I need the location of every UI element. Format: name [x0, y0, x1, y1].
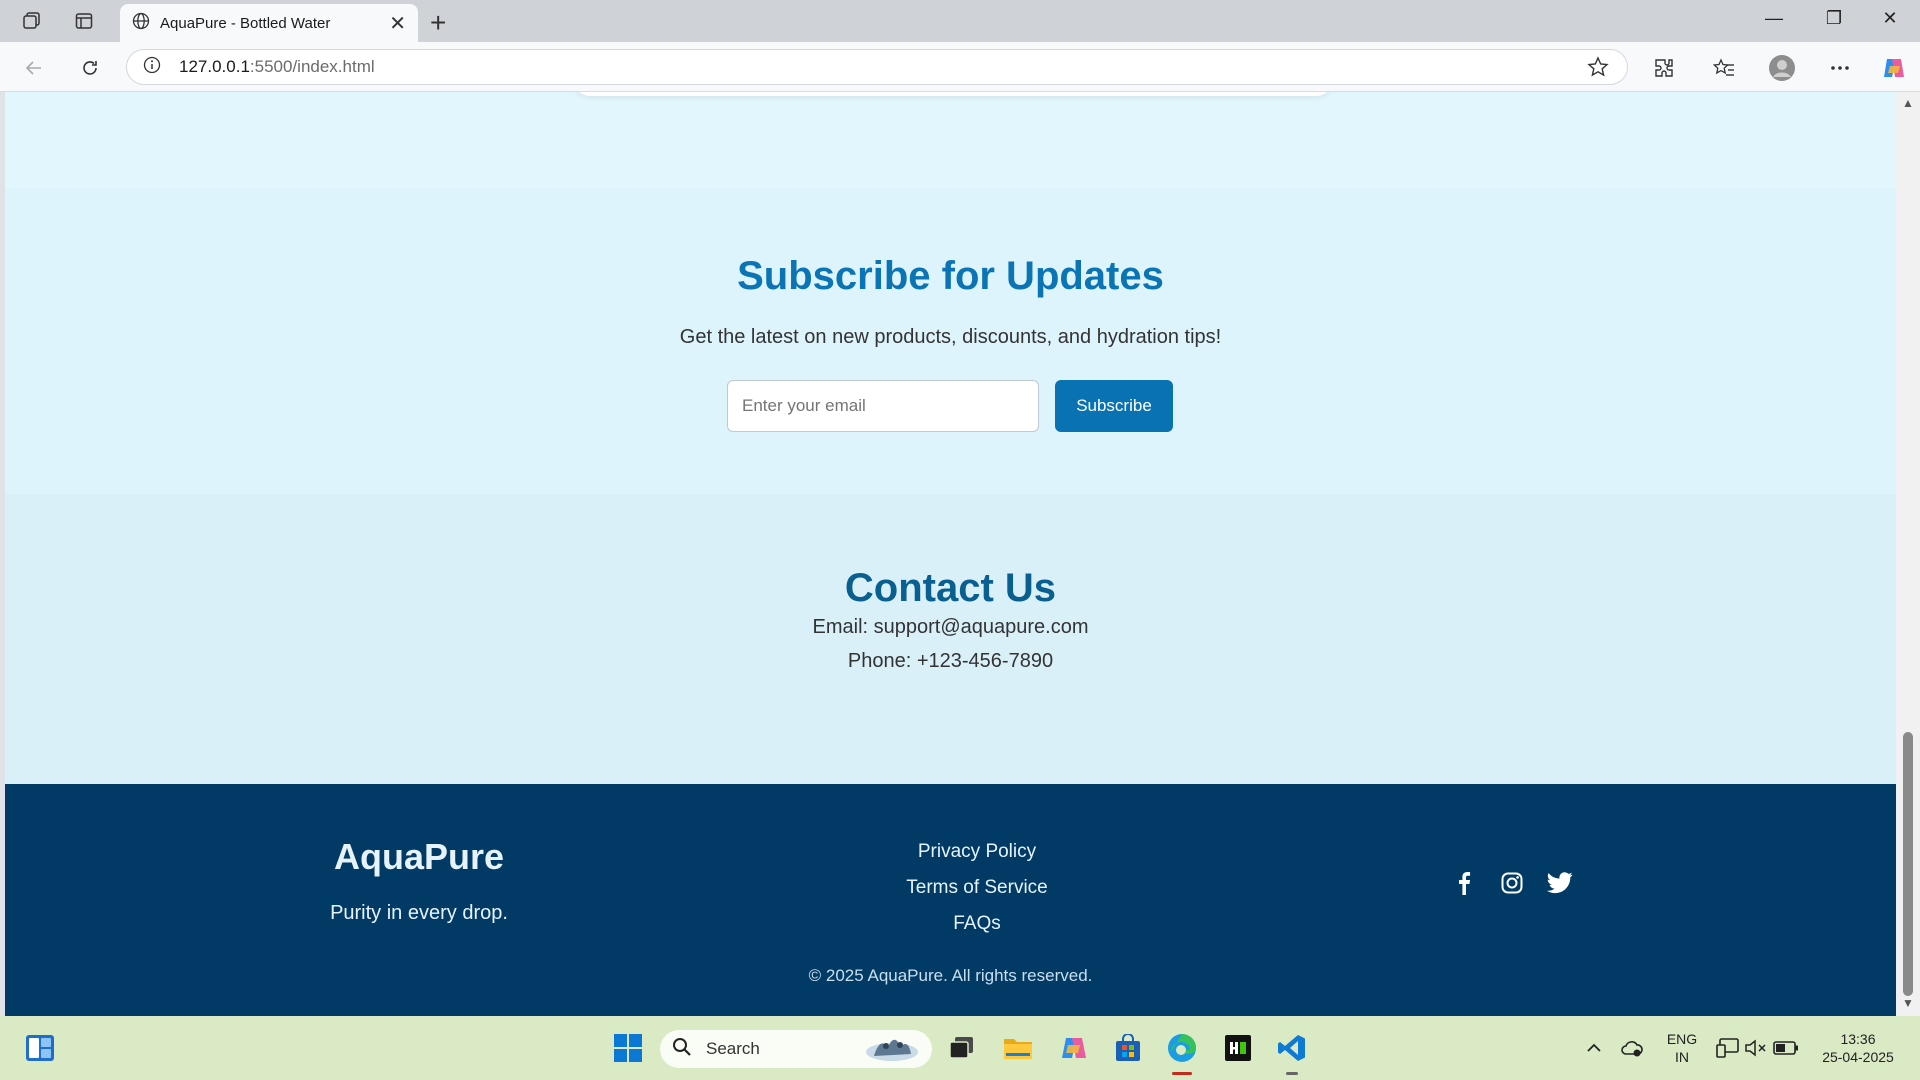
scroll-up-arrow-icon[interactable]: ▲ — [1902, 96, 1914, 110]
url-field[interactable]: 127.0.0.1:5500/index.html — [126, 49, 1628, 85]
site-footer: AquaPure Purity in every drop. Privacy P… — [5, 784, 1896, 1016]
footer-brand: AquaPure — [333, 836, 505, 877]
subscribe-form: Subscribe — [727, 380, 1173, 432]
clock-time: 13:36 — [1840, 1031, 1876, 1047]
favorite-star-icon[interactable] — [1587, 56, 1609, 83]
globe-icon — [132, 12, 150, 35]
previous-section — [5, 92, 1896, 188]
show-hidden-icons-chevron-icon[interactable] — [1578, 1032, 1610, 1064]
tab-title: AquaPure - Bottled Water — [160, 14, 331, 32]
search-label: Search — [706, 1039, 760, 1058]
contact-title: Contact Us — [844, 566, 1057, 610]
vscode-open-indicator — [1286, 1072, 1298, 1075]
volume-muted-icon[interactable] — [1740, 1032, 1772, 1064]
clock[interactable]: 13:36 25-04-2025 — [1810, 1030, 1906, 1066]
more-options-icon[interactable] — [1826, 54, 1854, 82]
page-viewport: Subscribe for Updates Get the latest on … — [5, 92, 1896, 1016]
windows-taskbar: Search ENG IN 13:36 25-04-2025 — [0, 1016, 1920, 1080]
footer-links: Privacy Policy Terms of Service FAQs — [875, 834, 1079, 942]
facebook-icon[interactable] — [1451, 870, 1477, 896]
edge-active-indicator — [1172, 1072, 1192, 1075]
url-text: 127.0.0.1:5500/index.html — [179, 57, 375, 77]
widgets-icon[interactable] — [24, 1032, 56, 1064]
region-code: IN — [1675, 1049, 1689, 1065]
tab-aquapure[interactable]: AquaPure - Bottled Water ✕ — [120, 4, 418, 42]
new-tab-button[interactable]: + — [430, 7, 446, 39]
battery-icon[interactable] — [1770, 1032, 1802, 1064]
card-bottom-edge — [575, 92, 1331, 96]
scroll-down-arrow-icon[interactable]: ▼ — [1902, 996, 1914, 1010]
task-view-icon[interactable] — [946, 1032, 978, 1064]
copilot-icon[interactable] — [1880, 54, 1908, 82]
contact-section: Contact Us Email: support@aquapure.com P… — [5, 494, 1896, 784]
scrollbar-thumb[interactable] — [1903, 732, 1913, 996]
email-input[interactable] — [727, 380, 1039, 432]
refresh-icon[interactable] — [76, 54, 104, 82]
privacy-policy-link[interactable]: Privacy Policy — [875, 834, 1079, 870]
contact-phone: Phone: +123-456-7890 — [847, 650, 1054, 672]
language-code: ENG — [1666, 1031, 1698, 1047]
file-explorer-icon[interactable] — [1002, 1032, 1034, 1064]
edge-browser-icon[interactable] — [1166, 1032, 1198, 1064]
language-indicator[interactable]: ENG IN — [1660, 1030, 1704, 1066]
search-highlight-icon — [864, 1036, 920, 1067]
microsoft-store-icon[interactable] — [1112, 1032, 1144, 1064]
search-icon — [672, 1037, 692, 1062]
url-host: 127.0.0.1 — [179, 57, 250, 76]
url-path: :5500/index.html — [249, 57, 375, 76]
workspaces-icon[interactable] — [20, 10, 44, 32]
close-tab-icon[interactable]: ✕ — [389, 11, 406, 36]
tab-actions-icon[interactable] — [72, 10, 96, 32]
footer-copyright: © 2025 AquaPure. All rights reserved. — [808, 966, 1093, 985]
subscribe-title: Subscribe for Updates — [737, 254, 1164, 298]
onedrive-cloud-icon[interactable] — [1616, 1032, 1648, 1064]
vscode-icon[interactable] — [1276, 1032, 1308, 1064]
subscribe-button[interactable]: Subscribe — [1055, 380, 1173, 432]
tab-strip: AquaPure - Bottled Water ✕ + — ❐ ✕ — [0, 0, 1920, 42]
page-scrollbar[interactable]: ▲ ▼ — [1896, 92, 1920, 1016]
subscribe-subtitle: Get the latest on new products, discount… — [679, 326, 1222, 348]
favorites-icon[interactable] — [1710, 54, 1738, 82]
site-info-icon[interactable] — [143, 56, 161, 79]
instagram-icon[interactable] — [1499, 870, 1525, 896]
taskbar-search[interactable]: Search — [660, 1030, 932, 1068]
terminal-app-icon[interactable] — [1222, 1032, 1254, 1064]
social-links — [1451, 870, 1573, 896]
extensions-icon[interactable] — [1650, 54, 1678, 82]
twitter-icon[interactable] — [1547, 870, 1573, 896]
restore-button[interactable]: ❐ — [1814, 8, 1854, 29]
back-arrow-icon[interactable] — [20, 54, 48, 82]
footer-tagline: Purity in every drop. — [330, 902, 508, 924]
close-window-button[interactable]: ✕ — [1870, 8, 1910, 29]
clock-date: 25-04-2025 — [1822, 1049, 1894, 1065]
minimize-button[interactable]: — — [1754, 8, 1794, 29]
contact-email: Email: support@aquapure.com — [812, 616, 1089, 638]
start-windows-icon[interactable] — [612, 1032, 644, 1064]
address-bar-row: 127.0.0.1:5500/index.html — [0, 42, 1920, 92]
faqs-link[interactable]: FAQs — [875, 906, 1079, 942]
copilot-app-icon[interactable] — [1058, 1032, 1090, 1064]
profile-avatar-icon[interactable] — [1768, 54, 1796, 82]
subscribe-section: Subscribe for Updates Get the latest on … — [5, 188, 1896, 494]
terms-of-service-link[interactable]: Terms of Service — [875, 870, 1079, 906]
